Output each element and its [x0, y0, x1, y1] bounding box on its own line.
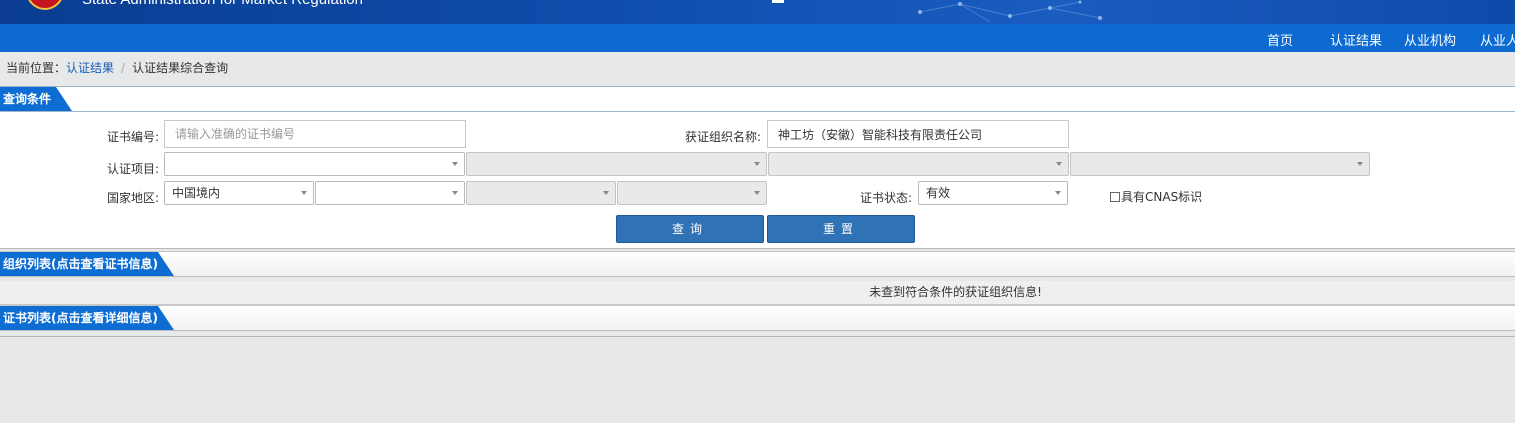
breadcrumb-prefix: 当前位置： — [6, 61, 67, 75]
breadcrumb: 当前位置：认证结果 / 认证结果综合查询 — [6, 59, 228, 76]
status-label: 证书状态: — [860, 191, 913, 205]
cnas-label: 具有CNAS标识 — [1121, 190, 1203, 204]
org-name-label: 获证组织名称: — [685, 130, 762, 144]
region-select-district — [617, 181, 767, 205]
region-select-value: 中国境内 — [172, 186, 221, 200]
dropdown-arrow-icon — [1055, 191, 1061, 195]
dropdown-arrow-icon — [603, 191, 609, 195]
region-select-city — [466, 181, 616, 205]
reset-button[interactable]: 重置 — [767, 215, 915, 243]
site-name-en: State Administration for Market Regulati… — [82, 0, 363, 8]
dropdown-arrow-icon — [1357, 162, 1363, 166]
empty-message: 未查到符合条件的获证组织信息! — [869, 285, 1042, 299]
checkbox-icon[interactable] — [1110, 192, 1120, 202]
nav-item-cert-results[interactable]: 认证结果 — [1330, 30, 1382, 49]
org-list-title: 组织列表(点击查看证书信息) — [0, 252, 174, 276]
banner-mark-icon — [772, 0, 784, 3]
dropdown-arrow-icon — [452, 191, 458, 195]
breadcrumb-link[interactable]: 认证结果 — [66, 61, 114, 75]
divider — [0, 336, 1515, 337]
query-section-title: 查询条件 — [0, 87, 72, 111]
project-label: 认证项目: — [107, 162, 160, 176]
project-select-4 — [1070, 152, 1370, 176]
org-list-header: 组织列表(点击查看证书信息) — [0, 251, 1515, 277]
nav-item-practitioners[interactable]: 从业人 — [1480, 30, 1515, 49]
region-label: 国家地区: — [107, 191, 160, 205]
project-select-1[interactable] — [164, 152, 465, 176]
dropdown-arrow-icon — [1056, 162, 1062, 166]
org-name-input[interactable] — [767, 120, 1069, 148]
status-select[interactable]: 有效 — [918, 181, 1068, 205]
breadcrumb-separator: / — [121, 61, 126, 75]
site-banner: State Administration for Market Regulati… — [0, 0, 1515, 24]
main-nav: 首页 认证结果 从业机构 从业人 — [0, 24, 1515, 52]
project-select-3 — [768, 152, 1069, 176]
nav-item-institutions[interactable]: 从业机构 — [1404, 30, 1456, 49]
network-pattern-icon — [918, 0, 1102, 23]
dropdown-arrow-icon — [301, 191, 307, 195]
cert-no-input[interactable] — [164, 120, 466, 148]
region-select-country[interactable]: 中国境内 — [164, 181, 314, 205]
dropdown-arrow-icon — [754, 162, 760, 166]
query-section-header: 查询条件 — [0, 86, 1515, 112]
project-select-2 — [466, 152, 767, 176]
status-select-value: 有效 — [926, 186, 951, 200]
query-form: 证书编号: 获证组织名称: 认证项目: 国家地区: 中国境内 证书状态: 有效 … — [0, 112, 1515, 249]
cert-list-title: 证书列表(点击查看详细信息) — [0, 306, 174, 330]
search-button[interactable]: 查询 — [616, 215, 764, 243]
org-list-empty: 未查到符合条件的获证组织信息! — [0, 281, 1515, 305]
region-select-province[interactable] — [315, 181, 465, 205]
cert-list-header: 证书列表(点击查看详细信息) — [0, 305, 1515, 331]
dropdown-arrow-icon — [452, 162, 458, 166]
breadcrumb-current: 认证结果综合查询 — [132, 61, 229, 75]
cnas-checkbox[interactable]: 具有CNAS标识 — [1110, 188, 1202, 205]
dropdown-arrow-icon — [754, 191, 760, 195]
cert-no-label: 证书编号: — [107, 130, 160, 144]
nav-item-home[interactable]: 首页 — [1267, 30, 1293, 49]
